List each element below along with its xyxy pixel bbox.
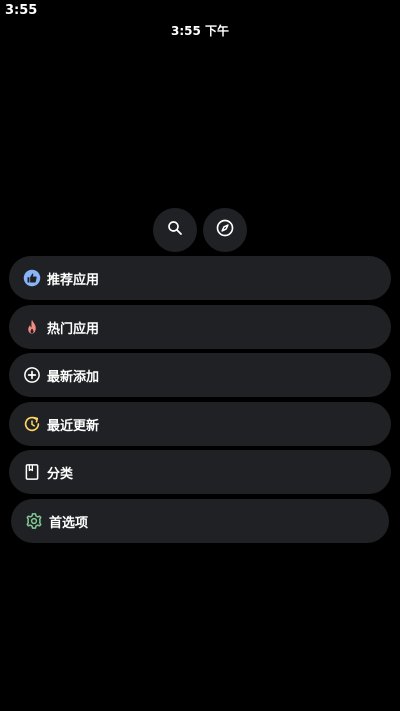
menu-item-updated[interactable]: 最近更新: [9, 402, 391, 446]
menu-item-label: 首选项: [49, 515, 89, 531]
menu-item-label: 最近更新: [47, 418, 100, 434]
clock-display: 3:55 下午: [170, 24, 230, 38]
gear-icon: [25, 512, 43, 530]
explore-button[interactable]: [203, 208, 247, 252]
menu-item-label: 推荐应用: [47, 272, 100, 288]
status-bar-time: 3:55: [5, 3, 38, 18]
menu-item-recommended[interactable]: 推荐应用: [9, 256, 391, 300]
thumbs-up-icon: [23, 269, 41, 287]
search-icon: [166, 219, 184, 241]
menu-item-label: 最新添加: [47, 369, 100, 385]
menu-item-label: 分类: [47, 466, 74, 482]
add-circle-icon: [23, 366, 41, 384]
compass-icon: [215, 218, 235, 242]
menu-item-categories[interactable]: 分类: [9, 450, 391, 494]
update-icon: [23, 415, 41, 433]
search-button[interactable]: [153, 208, 197, 252]
menu-item-preferences[interactable]: 首选项: [11, 499, 389, 543]
category-icon: [23, 463, 41, 481]
menu-item-popular[interactable]: 热门应用: [9, 305, 391, 349]
menu-item-label: 热门应用: [47, 321, 100, 337]
flame-icon: [23, 318, 41, 336]
menu-item-latest[interactable]: 最新添加: [9, 353, 391, 397]
